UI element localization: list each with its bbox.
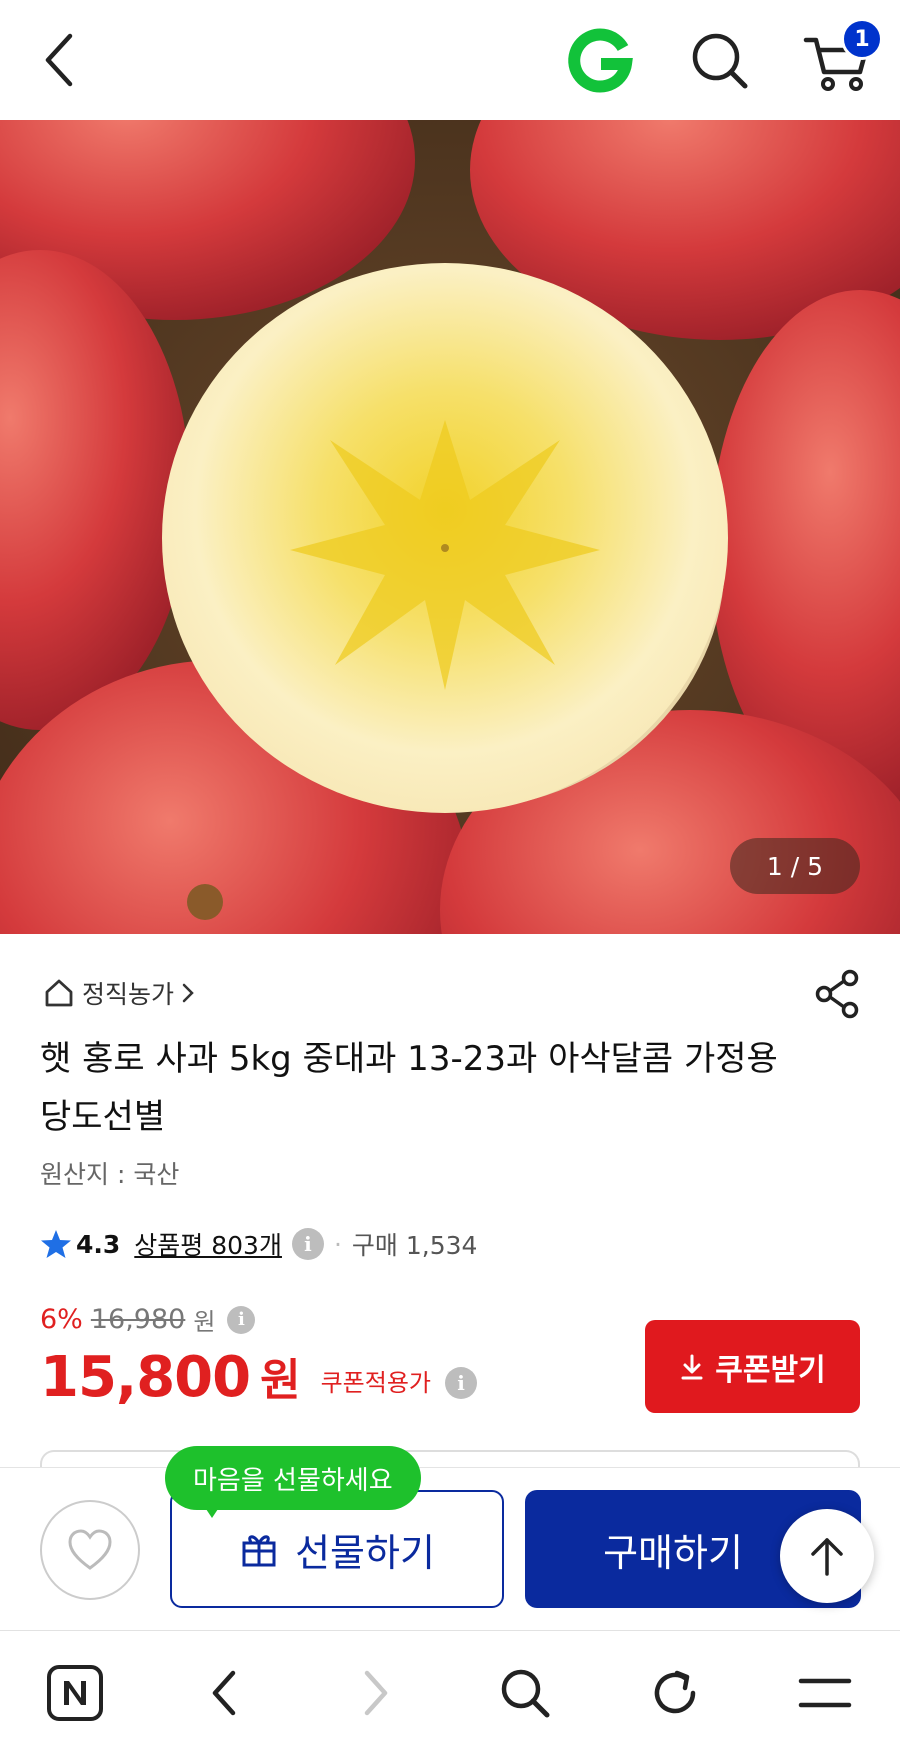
purchase-count: 구매 1,534 bbox=[351, 1231, 478, 1260]
get-coupon-label: 쿠폰받기 bbox=[715, 1352, 826, 1388]
get-coupon-button[interactable]: 쿠폰받기 bbox=[645, 1320, 860, 1413]
chevron-right-icon bbox=[182, 983, 194, 1003]
rating-row: 4.3 상품평 803개 i · 구매 1,534 bbox=[40, 1224, 477, 1264]
browser-menu-button[interactable] bbox=[792, 1660, 858, 1726]
final-price-row: 15,800 원 쿠폰적용가 i bbox=[40, 1345, 477, 1411]
back-icon bbox=[212, 1670, 236, 1716]
top-header bbox=[0, 0, 900, 120]
gmarket-logo[interactable] bbox=[565, 26, 635, 96]
seller-link[interactable]: 정직농가 bbox=[42, 975, 196, 1011]
home-icon bbox=[45, 979, 73, 1007]
chevron-left-icon bbox=[45, 33, 73, 87]
share-icon bbox=[815, 969, 859, 1019]
menu-icon bbox=[798, 1678, 852, 1708]
original-price-unit: 원 bbox=[193, 1308, 216, 1336]
apple-photo bbox=[0, 120, 900, 934]
refresh-icon bbox=[654, 1670, 696, 1714]
naver-n-icon bbox=[47, 1665, 103, 1721]
download-icon bbox=[681, 1354, 703, 1379]
discount-rate: 6% bbox=[40, 1304, 83, 1335]
coupon-info-icon[interactable]: i bbox=[445, 1367, 477, 1399]
buy-label: 구매하기 bbox=[603, 1530, 743, 1575]
price-meta: 6% 16,980 원 i bbox=[40, 1302, 256, 1337]
naver-home-button[interactable] bbox=[42, 1660, 108, 1726]
product-title: 햇 홍로 사과 5kg 중대과 13-23과 아삭달콤 가정용 당도선별 bbox=[40, 1039, 778, 1137]
final-price: 15,800 bbox=[40, 1345, 251, 1410]
gift-icon bbox=[242, 1535, 276, 1567]
arrow-up-icon bbox=[811, 1538, 843, 1576]
scroll-to-top-button[interactable] bbox=[780, 1509, 874, 1603]
review-count-link[interactable]: 상품평 803개 bbox=[134, 1226, 282, 1262]
search-icon bbox=[501, 1669, 550, 1718]
product-origin: 원산지 : 국산 bbox=[40, 1160, 180, 1189]
image-counter: 1 / 5 bbox=[730, 838, 860, 894]
back-button[interactable] bbox=[38, 28, 82, 92]
g-logo-icon bbox=[568, 28, 633, 93]
cart-count-badge: 1 bbox=[841, 18, 883, 60]
info-icon[interactable]: i bbox=[291, 1228, 324, 1260]
product-image[interactable] bbox=[0, 120, 900, 934]
search-icon bbox=[692, 33, 748, 89]
browser-back-button[interactable] bbox=[192, 1660, 258, 1726]
original-price: 16,980 bbox=[90, 1304, 186, 1335]
browser-forward-button[interactable] bbox=[342, 1660, 408, 1726]
gift-label: 선물하기 bbox=[295, 1530, 435, 1575]
browser-search-button[interactable] bbox=[492, 1660, 558, 1726]
gift-tooltip-tail bbox=[200, 1500, 224, 1518]
rating-value: 4.3 bbox=[76, 1229, 121, 1259]
share-button[interactable] bbox=[812, 968, 864, 1020]
seller-name: 정직농가 bbox=[82, 980, 175, 1009]
coupon-price-label: 쿠폰적용가 bbox=[320, 1369, 431, 1397]
search-button[interactable] bbox=[685, 26, 755, 96]
final-price-unit: 원 bbox=[260, 1355, 301, 1406]
wishlist-button[interactable] bbox=[40, 1500, 140, 1600]
browser-toolbar bbox=[0, 1630, 900, 1754]
separator-dot: · bbox=[333, 1229, 342, 1259]
price-info-icon[interactable]: i bbox=[227, 1305, 256, 1334]
star-icon bbox=[41, 1230, 71, 1258]
heart-icon bbox=[68, 1529, 112, 1570]
forward-icon bbox=[364, 1670, 388, 1716]
browser-refresh-button[interactable] bbox=[642, 1660, 708, 1726]
